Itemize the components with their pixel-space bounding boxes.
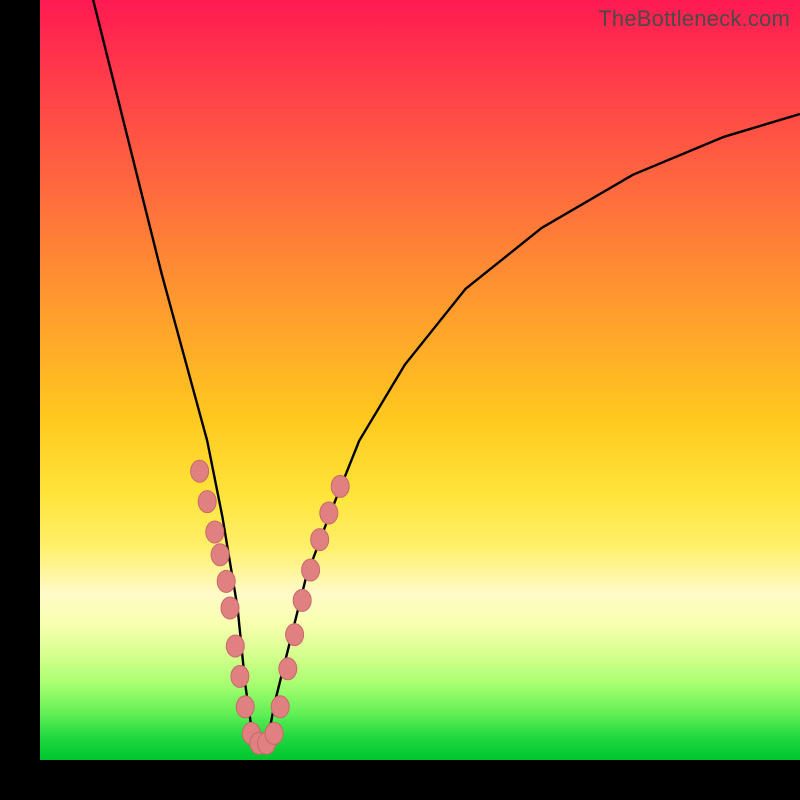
curve-svg	[40, 0, 800, 760]
highlight-dot	[320, 502, 338, 524]
highlight-dot	[279, 658, 297, 680]
highlight-dot	[271, 696, 289, 718]
highlight-dot	[191, 460, 209, 482]
chart-frame: TheBottleneck.com	[0, 0, 800, 800]
highlight-dot	[286, 624, 304, 646]
highlight-dot	[293, 589, 311, 611]
highlight-dot	[226, 635, 244, 657]
watermark-text: TheBottleneck.com	[598, 6, 790, 32]
highlight-dot	[258, 732, 276, 754]
highlight-dot	[221, 597, 239, 619]
highlight-dot	[231, 665, 249, 687]
highlight-dot	[311, 529, 329, 551]
plot-area: TheBottleneck.com	[40, 0, 800, 760]
highlight-dot	[242, 722, 260, 744]
bottleneck-curve-path	[93, 0, 800, 745]
highlight-dot	[217, 570, 235, 592]
highlight-dot	[211, 544, 229, 566]
highlight-dot	[206, 521, 224, 543]
highlight-dot	[265, 722, 283, 744]
highlight-dot	[236, 696, 254, 718]
highlight-dot	[331, 475, 349, 497]
highlight-dots-group	[191, 460, 350, 754]
highlight-dot	[250, 732, 268, 754]
highlight-dot	[198, 491, 216, 513]
highlight-dot	[302, 559, 320, 581]
